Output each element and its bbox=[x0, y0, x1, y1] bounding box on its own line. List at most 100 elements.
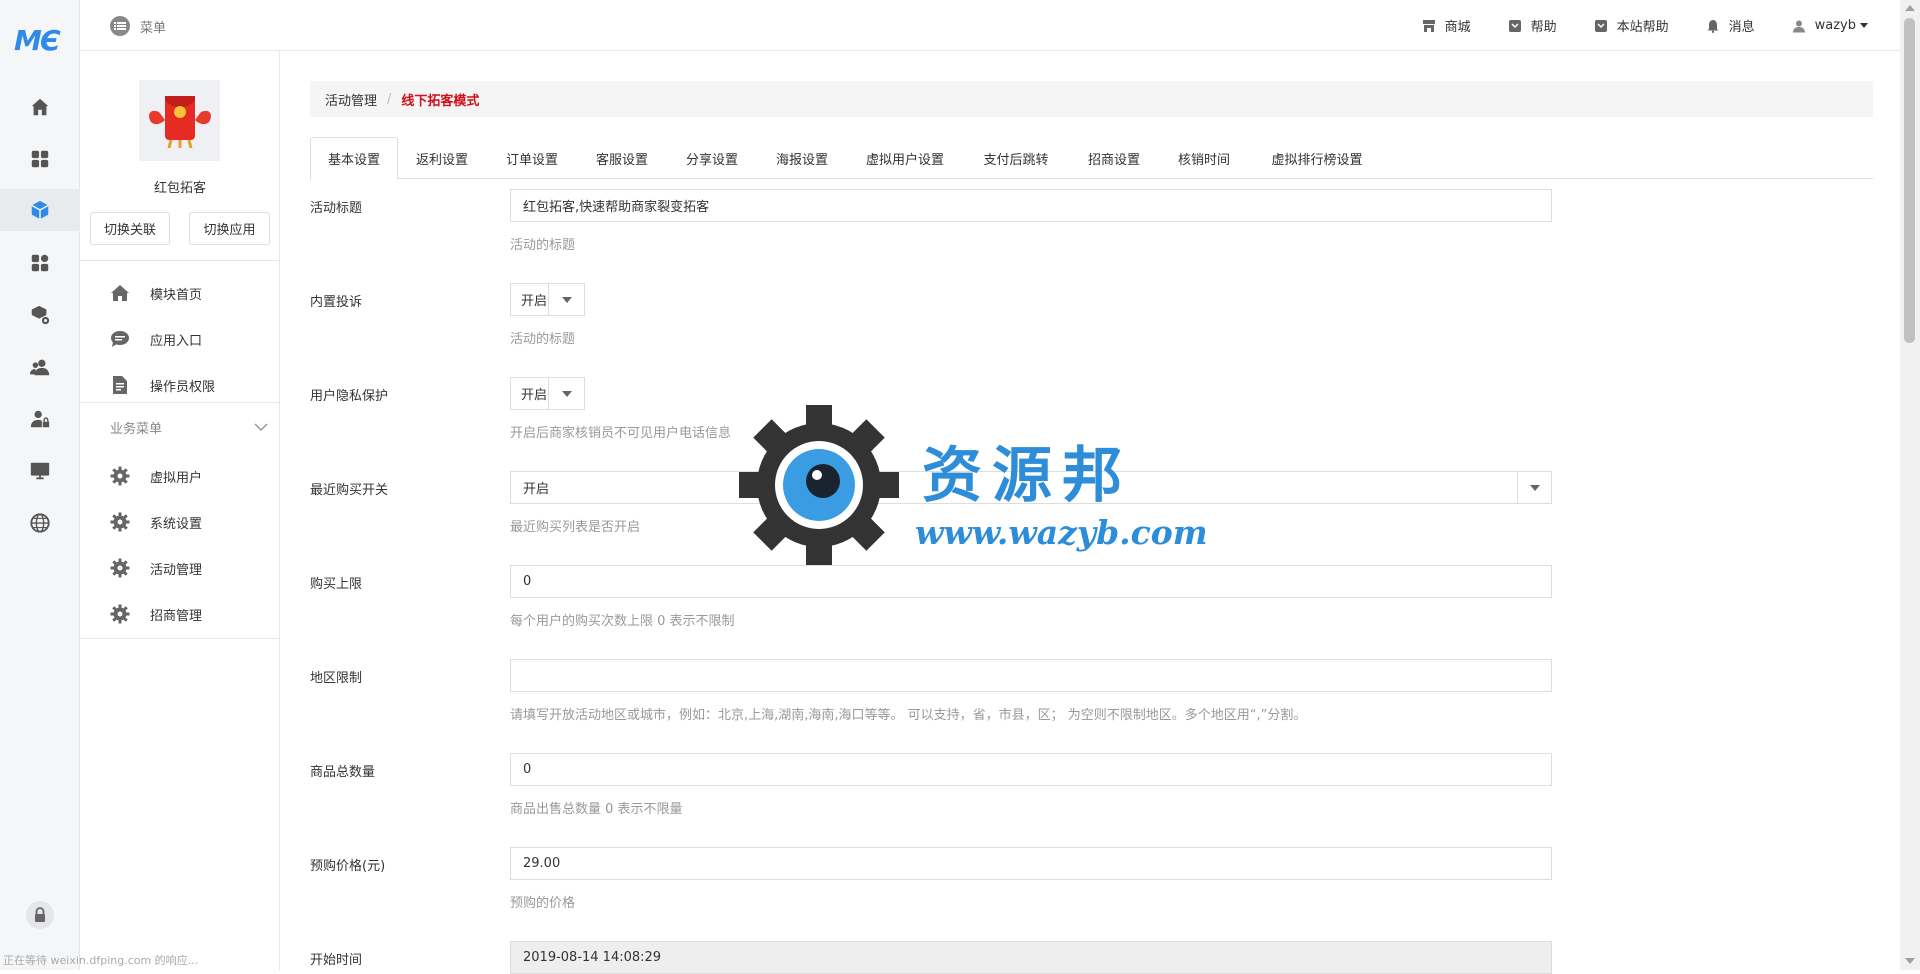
sidebar-item-merchant-management[interactable]: 招商管理 bbox=[110, 604, 202, 624]
recent-buy-select[interactable]: 开启 bbox=[510, 471, 1552, 504]
sidebar-item-label: 应用入口 bbox=[150, 333, 203, 349]
chevron-down-icon bbox=[548, 378, 584, 409]
divider bbox=[80, 260, 280, 261]
tab-basic-settings[interactable]: 基本设置 bbox=[310, 137, 398, 180]
user-menu[interactable]: wazyb bbox=[1791, 16, 1868, 35]
start-time-label: 开始时间 bbox=[310, 953, 363, 968]
user-lock-icon[interactable] bbox=[28, 407, 52, 431]
tab-virtual-user-settings[interactable]: 虚拟用户设置 bbox=[850, 137, 960, 179]
recent-buy-help: 最近购买列表是否开启 bbox=[510, 520, 641, 535]
scroll-up-icon[interactable] bbox=[1905, 5, 1915, 11]
tab-merchant-settings[interactable]: 招商设置 bbox=[1072, 137, 1156, 179]
sidebar-item-label: 虚拟用户 bbox=[150, 470, 203, 486]
region-help: 请填写开放活动地区或城市，例如：北京,上海,湖南,海南,海口等等。 可以支持，省… bbox=[510, 708, 1307, 723]
sidebar-item-label: 操作员权限 bbox=[150, 379, 216, 395]
watermark-url: www.wazyb.com bbox=[915, 513, 1208, 552]
grid-icon[interactable] bbox=[28, 147, 52, 171]
site-help-label: 本站帮助 bbox=[1616, 20, 1669, 35]
sidebar-item-virtual-users[interactable]: 虚拟用户 bbox=[110, 466, 202, 486]
region-input[interactable] bbox=[510, 659, 1552, 692]
settings-tabs: 基本设置 返利设置 订单设置 客服设置 分享设置 海报设置 虚拟用户设置 支付后… bbox=[310, 137, 1873, 180]
complaint-select-value: 开启 bbox=[521, 294, 548, 309]
total-qty-input[interactable]: 0 bbox=[510, 753, 1552, 786]
total-qty-help: 商品出售总数量 0 表示不限量 bbox=[510, 802, 683, 817]
presale-price-label: 预购价格(元) bbox=[310, 859, 386, 874]
sidebar-item-module-home[interactable]: 模块首页 bbox=[110, 283, 202, 303]
breadcrumb-separator: / bbox=[387, 91, 392, 107]
tab-virtual-ranking-settings[interactable]: 虚拟排行榜设置 bbox=[1252, 137, 1382, 179]
users-icon[interactable] bbox=[28, 355, 52, 379]
store-link[interactable]: 商城 bbox=[1421, 16, 1471, 35]
site-help-link[interactable]: 本站帮助 bbox=[1593, 16, 1669, 35]
breadcrumb-parent[interactable]: 活动管理 bbox=[325, 90, 377, 109]
chevron-down-icon[interactable] bbox=[254, 420, 268, 435]
help-icon bbox=[1507, 18, 1523, 34]
scrollbar-thumb[interactable] bbox=[1904, 18, 1915, 343]
presale-price-input[interactable]: 29.00 bbox=[510, 847, 1552, 880]
store-label: 商城 bbox=[1444, 20, 1471, 35]
privacy-select[interactable]: 开启 bbox=[510, 377, 585, 410]
site-help-icon bbox=[1593, 18, 1609, 34]
top-bar: 菜单 商城 帮助 本站帮助 消息 wazyb bbox=[80, 0, 1900, 51]
buy-limit-input[interactable]: 0 bbox=[510, 565, 1552, 598]
help-link[interactable]: 帮助 bbox=[1507, 16, 1557, 35]
help-label: 帮助 bbox=[1530, 20, 1557, 35]
home-icon[interactable] bbox=[28, 95, 52, 119]
biz-menu-title[interactable]: 业务菜单 bbox=[110, 418, 162, 437]
recent-buy-select-value: 开启 bbox=[523, 482, 550, 497]
gear-icon bbox=[110, 512, 130, 532]
title-input[interactable]: 红包拓客,快速帮助商家裂变拓客 bbox=[510, 189, 1552, 222]
module-sidebar: 红包拓客 切换关联 切换应用 模块首页 应用入口 操作员权限 业务菜单 虚拟用户… bbox=[80, 51, 280, 970]
list-icon bbox=[110, 16, 130, 36]
sidebar-item-app-entry[interactable]: 应用入口 bbox=[110, 329, 202, 349]
tab-share-settings[interactable]: 分享设置 bbox=[670, 137, 754, 179]
title-help: 活动的标题 bbox=[510, 238, 576, 253]
document-icon bbox=[110, 375, 130, 395]
sidebar-item-label: 系统设置 bbox=[150, 516, 203, 532]
home-icon bbox=[110, 283, 130, 303]
complaint-select[interactable]: 开启 bbox=[510, 283, 585, 316]
region-label: 地区限制 bbox=[310, 671, 363, 686]
tab-verification-time[interactable]: 核销时间 bbox=[1162, 137, 1246, 179]
cube-icon[interactable] bbox=[0, 189, 80, 231]
apps-icon[interactable] bbox=[28, 251, 52, 275]
privacy-help: 开启后商家核销员不可见用户电话信息 bbox=[510, 426, 732, 441]
scroll-down-icon[interactable] bbox=[1905, 958, 1915, 964]
sidebar-item-activity-management[interactable]: 活动管理 bbox=[110, 558, 202, 578]
tab-rebate-settings[interactable]: 返利设置 bbox=[400, 137, 484, 179]
store-icon bbox=[1421, 18, 1437, 34]
menu-toggle-button[interactable]: 菜单 bbox=[110, 16, 166, 36]
gear-icon bbox=[110, 558, 130, 578]
app-rail: MЄ bbox=[0, 0, 80, 970]
tab-poster-settings[interactable]: 海报设置 bbox=[760, 137, 844, 179]
switch-link-button[interactable]: 切换关联 bbox=[90, 212, 170, 245]
monitor-icon[interactable] bbox=[28, 459, 52, 483]
messages-link[interactable]: 消息 bbox=[1705, 16, 1755, 35]
tab-order-settings[interactable]: 订单设置 bbox=[490, 137, 574, 179]
brand-logo[interactable]: MЄ bbox=[14, 24, 60, 57]
chat-icon bbox=[110, 329, 130, 349]
buy-limit-label: 购买上限 bbox=[310, 577, 363, 592]
divider bbox=[80, 402, 280, 403]
start-time-input[interactable]: 2019-08-14 14:08:29 bbox=[510, 941, 1552, 974]
breadcrumb: 活动管理 / 线下拓客模式 bbox=[310, 81, 1873, 117]
globe-icon[interactable] bbox=[28, 511, 52, 535]
app-name: 红包拓客 bbox=[153, 181, 206, 196]
browser-status-text: 正在等待 weixin.dfping.com 的响应... bbox=[3, 954, 199, 967]
sidebar-item-operator-permissions[interactable]: 操作员权限 bbox=[110, 375, 215, 395]
top-links: 商城 帮助 本站帮助 消息 wazyb bbox=[1421, 16, 1868, 35]
switch-app-button[interactable]: 切换应用 bbox=[189, 212, 270, 245]
chevron-down-icon bbox=[1517, 472, 1551, 503]
recent-buy-label: 最近购买开关 bbox=[310, 483, 389, 498]
complaint-label: 内置投诉 bbox=[310, 295, 363, 310]
tab-service-settings[interactable]: 客服设置 bbox=[580, 137, 664, 179]
lock-icon[interactable] bbox=[25, 900, 55, 930]
package-settings-icon[interactable] bbox=[28, 303, 52, 327]
messages-label: 消息 bbox=[1728, 20, 1755, 35]
page-scrollbar[interactable] bbox=[1900, 0, 1920, 970]
sidebar-item-system-settings[interactable]: 系统设置 bbox=[110, 512, 202, 532]
divider bbox=[80, 638, 280, 639]
presale-price-help: 预购的价格 bbox=[510, 896, 576, 911]
tab-post-pay-redirect[interactable]: 支付后跳转 bbox=[966, 137, 1066, 179]
chevron-down-icon bbox=[1860, 23, 1868, 28]
